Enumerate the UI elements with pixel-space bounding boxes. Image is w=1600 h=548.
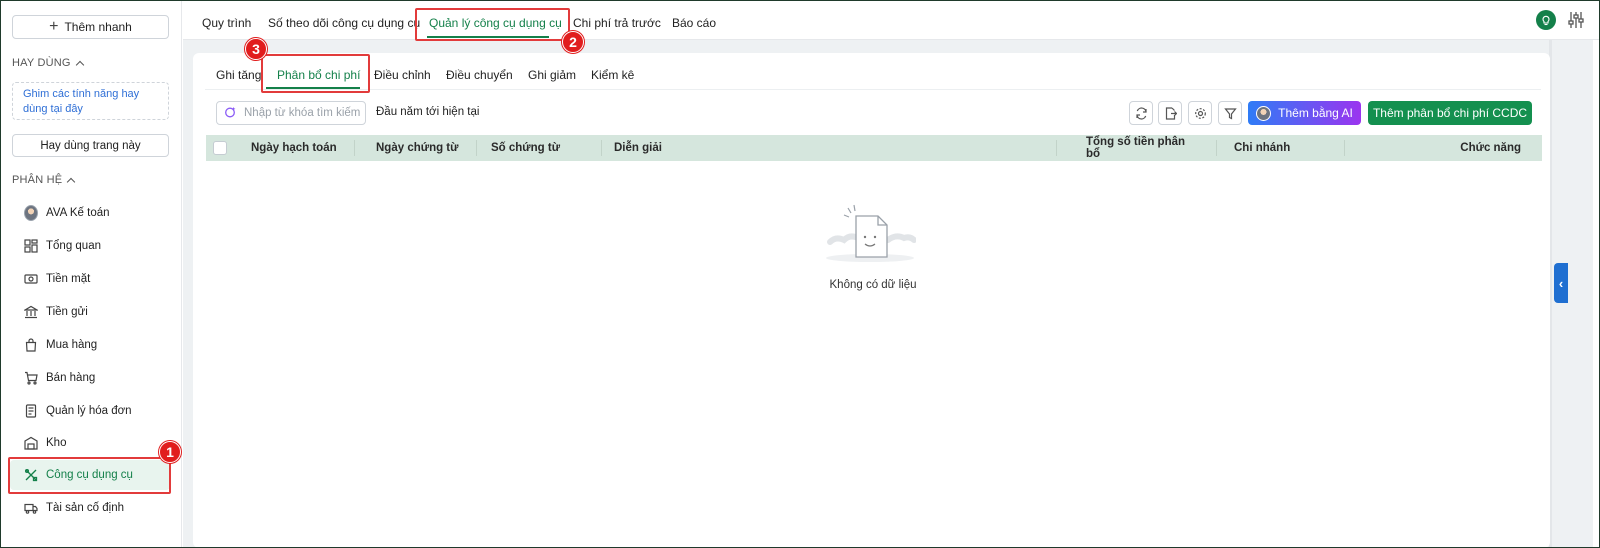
- cash-icon: [24, 272, 38, 286]
- empty-state-text: Không có dữ liệu: [829, 279, 917, 291]
- plus-icon: +: [49, 18, 59, 35]
- sidebar-item-label: Tài sản cố định: [46, 502, 124, 514]
- settings-button[interactable]: [1188, 101, 1212, 125]
- step-badge-2: 2: [562, 31, 584, 53]
- favorites-section-toggle[interactable]: HAY DÙNG: [12, 57, 84, 69]
- quick-add-label: Thêm nhanh: [64, 20, 132, 34]
- shopping-bag-icon: [24, 338, 38, 352]
- modules-section-toggle[interactable]: PHÂN HỆ: [12, 174, 76, 186]
- sidebar-item-quan-ly-hoa-don[interactable]: Quản lý hóa đơn: [10, 396, 170, 426]
- sidebar-item-label: AVA Kế toán: [46, 207, 110, 219]
- column-header[interactable]: Chi nhánh: [1234, 135, 1290, 161]
- favorites-title: HAY DÙNG: [12, 57, 71, 69]
- chevron-up-icon: [75, 60, 84, 69]
- pin-hint: Ghim các tính năng hay dùng tại đây: [12, 82, 169, 120]
- column-header[interactable]: Ngày chứng từ: [376, 135, 458, 161]
- add-with-ai-button[interactable]: Thêm bằng AI: [1248, 101, 1361, 125]
- tab-quan-ly-ccdc[interactable]: Quản lý công cụ dụng cụ: [429, 16, 562, 30]
- filter-icon: [1223, 107, 1237, 119]
- warehouse-icon: [24, 436, 38, 450]
- sidebar-item-mua-hang[interactable]: Mua hàng: [10, 330, 170, 360]
- subtab-dieu-chinh[interactable]: Điều chỉnh: [374, 68, 431, 82]
- sidebar-item-tai-san-co-dinh[interactable]: Tài sản cố định: [10, 493, 170, 523]
- chevron-up-icon: [67, 177, 76, 186]
- add-with-ai-label: Thêm bằng AI: [1278, 106, 1353, 120]
- settings-sliders-icon[interactable]: [1568, 11, 1584, 29]
- sidebar-item-label: Kho: [46, 437, 67, 449]
- sidebar-item-ava-ke-toan[interactable]: AVA Kế toán: [10, 198, 170, 228]
- column-header[interactable]: Chức năng: [1406, 135, 1521, 161]
- modules-title: PHÂN HỆ: [12, 174, 63, 186]
- export-button[interactable]: [1158, 101, 1182, 125]
- avatar-icon: [24, 205, 38, 221]
- tab-quy-trinh[interactable]: Quy trình: [202, 16, 251, 30]
- truck-icon: [24, 501, 38, 515]
- sidebar-item-tien-gui[interactable]: Tiền gửi: [10, 297, 170, 327]
- active-tab-indicator: [427, 36, 549, 38]
- cart-icon: [24, 371, 38, 385]
- subtab-ghi-tang[interactable]: Ghi tăng: [216, 68, 261, 82]
- sidebar-item-kho[interactable]: Kho: [10, 428, 170, 458]
- sidebar-item-label: Bán hàng: [46, 372, 96, 384]
- chevron-left-icon: ‹: [1558, 275, 1564, 291]
- top-navigation: Quy trình Số theo dõi công cụ dụng cụ Qu…: [183, 0, 1600, 40]
- table-header: Ngày hạch toán Ngày chứng từ Số chứng từ…: [206, 135, 1542, 161]
- step-badge-1: 1: [159, 441, 181, 463]
- sidebar-item-ban-hang[interactable]: Bán hàng: [10, 363, 170, 393]
- filter-button[interactable]: [1218, 101, 1242, 125]
- subtab-kiem-ke[interactable]: Kiểm kê: [591, 68, 634, 82]
- grid-icon: [24, 239, 38, 253]
- subtab-phan-bo-chi-phi[interactable]: Phân bổ chi phí: [277, 68, 360, 82]
- sidebar-item-label: Mua hàng: [46, 339, 98, 351]
- active-subtab-indicator: [266, 87, 360, 89]
- sidebar-item-label: Quản lý hóa đơn: [46, 405, 132, 417]
- search-input[interactable]: Nhập từ khóa tìm kiếm: [216, 101, 366, 125]
- add-allocation-button[interactable]: Thêm phân bổ chi phí CCDC: [1368, 101, 1532, 125]
- column-header[interactable]: Diễn giải: [614, 135, 662, 161]
- sidebar-item-label: Tiền mặt: [46, 273, 91, 285]
- ai-search-icon: [225, 107, 236, 118]
- tab-so-theo-doi-ccdc[interactable]: Số theo dõi công cụ dụng cụ: [268, 16, 420, 30]
- sidebar-item-label: Công cụ dụng cụ: [46, 469, 133, 481]
- invoice-icon: [24, 404, 38, 418]
- column-header[interactable]: Tổng số tiền phân bổ: [1086, 135, 1202, 161]
- content-card: [193, 53, 1550, 548]
- refresh-icon: [1135, 106, 1147, 120]
- refresh-button[interactable]: [1129, 101, 1153, 125]
- ai-avatar-icon: [1256, 105, 1272, 121]
- search-placeholder: Nhập từ khóa tìm kiếm: [244, 107, 361, 119]
- bank-icon: [24, 305, 38, 319]
- quick-add-button[interactable]: + Thêm nhanh: [12, 15, 169, 39]
- tab-bao-cao[interactable]: Báo cáo: [672, 16, 716, 30]
- sidebar-item-label: Tiền gửi: [46, 306, 88, 318]
- sidebar-item-tong-quan[interactable]: Tổng quan: [10, 231, 170, 261]
- tab-chi-phi-tra-truoc[interactable]: Chi phí trả trước: [573, 16, 661, 30]
- sidebar-item-cong-cu-dung-cu[interactable]: Công cụ dụng cụ: [10, 460, 170, 490]
- empty-document-icon: [826, 204, 916, 262]
- collapse-panel-tab[interactable]: ‹: [1554, 263, 1568, 303]
- gear-icon: [1194, 107, 1206, 119]
- sidebar: + Thêm nhanh HAY DÙNG Ghim các tính năng…: [0, 0, 182, 548]
- sidebar-item-tien-mat[interactable]: Tiền mặt: [10, 264, 170, 294]
- column-header[interactable]: Số chứng từ: [491, 135, 560, 161]
- subtab-divider: [205, 89, 1541, 90]
- period-filter[interactable]: Đầu năm tới hiện tại: [376, 106, 479, 118]
- tools-icon: [24, 468, 38, 482]
- step-badge-3: 3: [245, 38, 267, 60]
- column-header[interactable]: Ngày hạch toán: [251, 135, 337, 161]
- export-icon: [1165, 106, 1177, 120]
- favorite-page-button[interactable]: Hay dùng trang này: [12, 134, 169, 157]
- sidebar-item-label: Tổng quan: [46, 240, 101, 252]
- subtab-ghi-giam[interactable]: Ghi giảm: [528, 68, 576, 82]
- lightbulb-icon[interactable]: [1536, 10, 1556, 30]
- select-all-checkbox[interactable]: [213, 141, 227, 155]
- subtab-dieu-chuyen[interactable]: Điều chuyển: [446, 68, 513, 82]
